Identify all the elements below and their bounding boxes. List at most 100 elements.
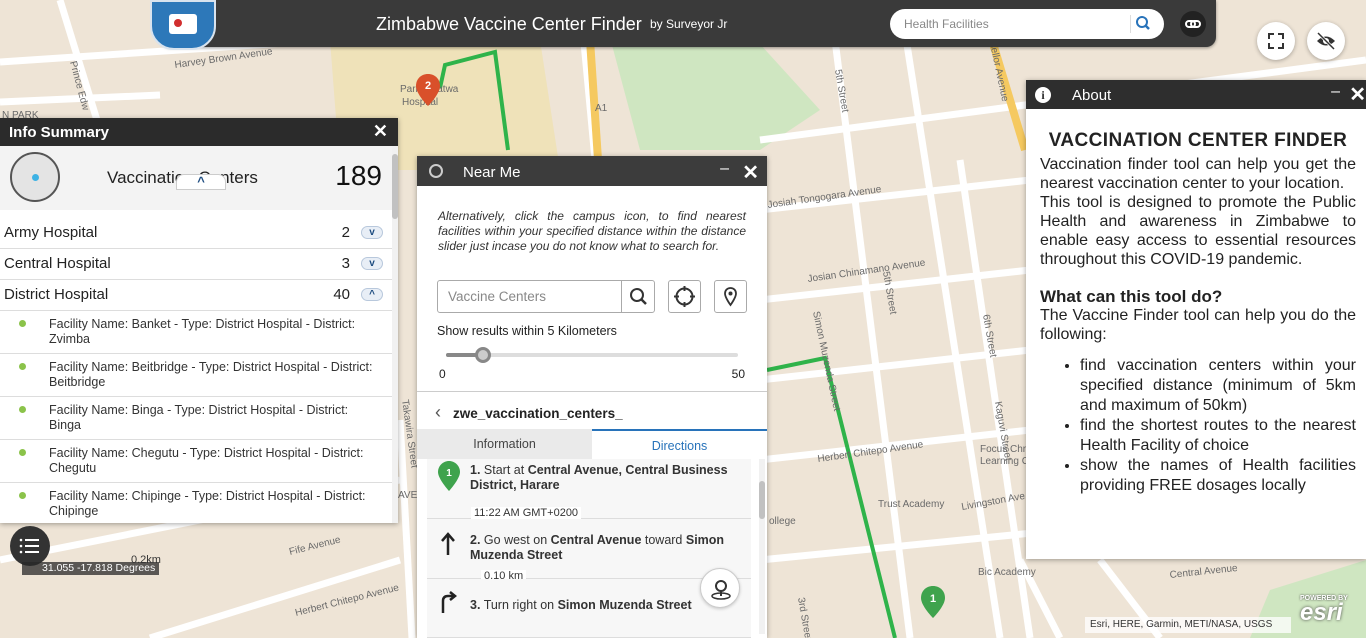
near-me-title: Near Me [463,164,521,181]
category-item[interactable]: District Hospital 40 ^ [0,280,392,311]
fullscreen-button[interactable] [1257,22,1295,60]
distance-label: Show results within 5 Kilometers [437,324,617,338]
svg-text:A1: A1 [595,103,608,114]
chevron-down-icon[interactable]: v [361,257,383,270]
direction-step[interactable]: 1 1. Start at Central Avenue, Central Bu… [427,459,751,519]
feature-list: find vaccination centers within your spe… [1080,356,1356,496]
about-title: About [1072,87,1112,104]
direction-step-text: 1. Start at Central Avenue, Central Busi… [470,463,728,492]
chevron-up-icon[interactable]: ^ [361,288,383,301]
svg-text:Livingston Ave: Livingston Ave [961,491,1027,513]
distance-slider[interactable] [446,347,738,363]
svg-text:5th Street: 5th Street [832,69,850,114]
category-item[interactable]: Central Hospital 3 v [0,249,392,280]
directions-scrollbar[interactable] [759,459,765,634]
feature-item: show the names of Health facilities prov… [1080,456,1356,496]
category-name: District Hospital [4,286,109,303]
layer-header: ‹ zwe_vaccination_centers_ [435,402,623,423]
toggle-visibility-button[interactable] [1307,22,1345,60]
tab-information[interactable]: Information [417,429,592,459]
vaccination-center-symbol-icon [10,152,60,202]
summary-count: 189 [335,160,382,191]
about-heading: VACCINATION CENTER FINDER [1048,130,1348,151]
search-input[interactable] [904,15,1124,33]
share-link-button[interactable] [1180,11,1206,37]
close-icon[interactable]: ✕ [1349,82,1366,107]
close-icon[interactable]: ✕ [742,160,759,185]
app-subtitle: by Surveyor Jr [650,17,728,31]
route-button[interactable] [700,568,740,608]
direction-step-text: 2. Go west on Central Avenue toward Simo… [470,533,725,562]
direction-time: 11:22 AM GMT+0200 [471,507,582,519]
locate-button[interactable] [668,280,701,313]
facility-item[interactable]: Facility Name: Beitbridge - Type: Distri… [0,354,392,397]
location-pin-icon [724,287,737,307]
near-me-help-text: Alternatively, click the campus icon, to… [438,209,746,253]
layer-list-button[interactable] [10,526,50,566]
near-me-titlebar: Near Me – ✕ [417,156,767,186]
fullscreen-icon [1268,33,1284,49]
list-icon [19,538,39,554]
crosshair-icon [674,286,695,307]
back-arrow-icon[interactable]: ‹ [435,402,445,423]
search-icon[interactable] [621,281,654,312]
facility-item[interactable]: Facility Name: Binga - Type: District Ho… [0,397,392,440]
turn-right-icon [441,591,458,613]
start-pin-icon: 1 [438,461,460,491]
map-attribution: Esri, HERE, Garmin, METI/NASA, USGS [1085,617,1291,633]
svg-text:Fife Avenue: Fife Avenue [288,534,342,558]
eye-slash-icon [1316,31,1336,51]
near-me-panel: Near Me – ✕ Alternatively, click the cam… [417,156,767,638]
minimize-icon[interactable]: – [1331,83,1340,101]
about-subheading: What can this tool do? [1040,287,1223,306]
search-icon[interactable] [1130,15,1150,33]
category-count: 40 [333,286,350,303]
chevron-down-icon[interactable]: v [361,226,383,239]
info-icon: i [1035,87,1051,103]
svg-text:ollege: ollege [769,516,796,527]
scale-bar-label: 0.2km [131,554,161,566]
info-summary-title: Info Summary [9,124,110,141]
about-paragraph: The Vaccine Finder tool can help you do … [1040,307,1356,343]
direction-step-text: 3. Turn right on Simon Muzenda Street [470,598,692,612]
category-count: 3 [341,255,350,272]
svg-text:5th Street: 5th Street [880,271,898,316]
route-icon [711,580,731,600]
about-panel: i About – ✕ VACCINATION CENTER FINDER Va… [1026,80,1366,559]
result-tabs: Information Directions [417,429,767,459]
divider [417,391,767,392]
link-icon [1185,20,1201,28]
app-title: Zimbabwe Vaccine Center Finder [376,14,642,34]
map-pin-1-icon[interactable]: 1 [921,586,945,618]
svg-text:3rd Street: 3rd Street [795,597,813,638]
search-box[interactable] [890,9,1164,39]
layer-name: zwe_vaccination_centers_ [453,406,623,421]
facility-item[interactable]: Facility Name: Chegutu - Type: District … [0,440,392,483]
close-icon[interactable]: ✕ [373,121,388,142]
app-logo [150,0,216,50]
svg-text:1: 1 [446,468,452,479]
minimize-icon[interactable]: – [720,160,729,178]
svg-text:AVE: AVE [398,490,418,501]
category-count: 2 [341,224,350,241]
info-scrollbar[interactable] [392,146,398,523]
facility-item[interactable]: Facility Name: Chipinge - Type: District… [0,483,392,523]
near-me-search-box[interactable] [437,280,655,313]
about-content: VACCINATION CENTER FINDER Vaccination fi… [1040,130,1356,496]
about-paragraph: This tool is designed to promote the Pub… [1040,194,1356,268]
slider-min-label: 0 [439,367,446,381]
tab-directions[interactable]: Directions [592,429,767,459]
directions-list: 1 1. Start at Central Avenue, Central Bu… [427,459,751,638]
category-name: Central Hospital [4,255,111,272]
map-pin-2-icon[interactable]: 2 [416,74,440,106]
near-me-search-input[interactable] [448,289,618,304]
select-location-button[interactable] [714,280,747,313]
category-item[interactable]: Army Hospital 2 v [0,218,392,249]
info-summary-panel: Info Summary ✕ Vaccination Centers 189 ^… [0,118,398,523]
esri-logo: POWERED BY esri [1300,595,1348,626]
collapse-summary-button[interactable]: ^ [176,174,226,190]
slider-thumb[interactable] [475,347,492,363]
feature-item: find the shortest routes to the nearest … [1080,416,1356,456]
facility-item[interactable]: Facility Name: Banket - Type: District H… [0,311,392,354]
category-name: Army Hospital [4,224,98,241]
